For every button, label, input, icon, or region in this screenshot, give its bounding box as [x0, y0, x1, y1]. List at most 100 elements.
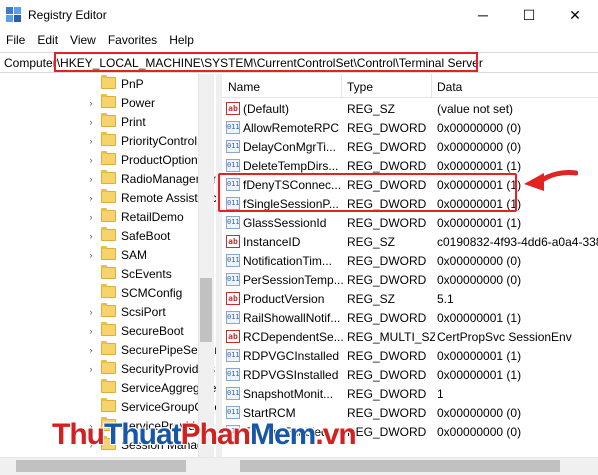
tree-item[interactable]: › ProductOptions — [0, 150, 216, 169]
value-data: 0x00000001 (1) — [437, 368, 522, 382]
value-row[interactable]: 011 SnapshotMonit... REG_DWORD 1 — [222, 384, 598, 403]
expand-arrow-icon[interactable]: › — [86, 150, 96, 169]
value-row[interactable]: 011 RDPVGSInstalled REG_DWORD 0x00000001 (1… — [222, 365, 598, 384]
tree-item[interactable]: ScEvents — [0, 264, 216, 283]
value-row[interactable]: 011 AllowRemoteRPC REG_DWORD 0x00000000 (0) — [222, 118, 598, 137]
value-row[interactable]: ab (Default) REG_SZ (value not set) — [222, 99, 598, 118]
expand-arrow-icon[interactable]: › — [86, 169, 96, 188]
expand-arrow-icon[interactable]: › — [86, 112, 96, 131]
value-type: REG_DWORD — [347, 368, 427, 382]
expand-arrow-icon[interactable]: › — [86, 340, 96, 359]
window-title: Registry Editor — [28, 8, 107, 22]
value-name: (Default) — [243, 102, 290, 116]
expand-arrow-icon[interactable]: › — [86, 226, 96, 245]
menu-view[interactable]: View — [64, 33, 102, 47]
expand-arrow-icon[interactable]: › — [86, 207, 96, 226]
folder-icon — [101, 113, 116, 127]
menu-help[interactable]: Help — [163, 33, 200, 47]
value-data: 0x00000000 (0) — [437, 406, 522, 420]
tree-item[interactable]: › RetailDemo — [0, 207, 216, 226]
value-row[interactable]: 011 GlassSessionId REG_DWORD 0x00000001 (1) — [222, 213, 598, 232]
value-type: REG_DWORD — [347, 387, 427, 401]
expand-arrow-icon[interactable]: › — [86, 131, 96, 150]
expand-arrow-icon[interactable]: › — [86, 188, 96, 207]
folder-icon — [101, 189, 116, 203]
column-divider[interactable] — [341, 74, 342, 98]
menu-favorites[interactable]: Favorites — [102, 33, 163, 47]
tree-item[interactable]: SCMConfig — [0, 283, 216, 302]
value-type: REG_DWORD — [347, 159, 427, 173]
string-value-icon: ab — [226, 330, 240, 343]
tree-vertical-scrollbar[interactable] — [198, 74, 214, 457]
dword-value-icon: 011 — [226, 140, 240, 153]
value-type: REG_DWORD — [347, 140, 427, 154]
value-row[interactable]: 011 NotificationTim... REG_DWORD 0x00000000… — [222, 251, 598, 270]
title-bar: Registry Editor ─ ☐ ✕ — [0, 0, 598, 30]
value-type: REG_DWORD — [347, 216, 427, 230]
column-divider[interactable] — [431, 74, 432, 98]
tree-item[interactable]: › PriorityControl — [0, 131, 216, 150]
column-header-data[interactable]: Data — [437, 80, 462, 94]
tree-item[interactable]: › Power — [0, 93, 216, 112]
value-row[interactable]: ab RCDependentSe... REG_MULTI_SZ CertPropSv… — [222, 327, 598, 346]
key-tree-pane[interactable]: PnP › Power › Print › PriorityControl › Prod… — [0, 74, 216, 457]
expand-arrow-icon[interactable]: › — [86, 359, 96, 378]
value-data: 1 — [437, 387, 444, 401]
value-name: PerSessionTemp... — [243, 273, 343, 287]
expand-arrow-icon[interactable]: › — [86, 321, 96, 340]
tree-item[interactable]: › Remote Assistance — [0, 188, 216, 207]
tree-item[interactable]: PnP — [0, 74, 216, 93]
address-highlight-box — [54, 52, 478, 72]
tree-item-label: RetailDemo — [121, 209, 184, 224]
value-row[interactable]: 011 RailShowallNotif... REG_DWORD 0x0000000… — [222, 308, 598, 327]
tree-item[interactable]: ServiceAggregatedEvents — [0, 378, 216, 397]
tree-item[interactable]: › SafeBoot — [0, 226, 216, 245]
folder-icon — [101, 246, 116, 260]
folder-icon — [101, 170, 116, 184]
value-name: GlassSessionId — [243, 216, 327, 230]
value-data: 0x00000001 (1) — [437, 311, 522, 325]
value-data: 0x00000001 (1) — [437, 349, 522, 363]
tree-item[interactable]: › SecurityProviders — [0, 359, 216, 378]
tree-item[interactable]: › Print — [0, 112, 216, 131]
list-horizontal-scroll-thumb[interactable] — [240, 460, 560, 472]
value-name: SnapshotMonit... — [243, 387, 334, 401]
tree-item[interactable]: › RadioManagement — [0, 169, 216, 188]
folder-icon — [101, 398, 116, 412]
tree-item-label: ScEvents — [121, 266, 172, 281]
menu-file[interactable]: File — [0, 33, 31, 47]
tree-item-label: PnP — [121, 76, 144, 91]
string-value-icon: ab — [226, 292, 240, 305]
folder-icon — [101, 322, 116, 336]
value-name: DelayConMgrTi... — [243, 140, 336, 154]
value-row[interactable]: ab InstanceID REG_SZ c0190832-4f93-4dd6-a0a… — [222, 232, 598, 251]
expand-arrow-icon[interactable]: › — [86, 93, 96, 112]
close-button[interactable]: ✕ — [552, 0, 598, 30]
tree-horizontal-scroll-thumb[interactable] — [16, 460, 186, 472]
value-row[interactable]: 011 PerSessionTemp... REG_DWORD 0x00000000 … — [222, 270, 598, 289]
value-row[interactable]: ab ProductVersion REG_SZ 5.1 — [222, 289, 598, 308]
tree-item[interactable]: › SecurePipeServers — [0, 340, 216, 359]
value-row[interactable]: 011 DelayConMgrTi... REG_DWORD 0x00000000 (… — [222, 137, 598, 156]
values-list[interactable]: Name Type Data ab (Default) REG_SZ (value n… — [222, 74, 598, 457]
value-row[interactable]: 011 RDPVGCInstalled REG_DWORD 0x00000001 (1… — [222, 346, 598, 365]
expand-arrow-icon[interactable]: › — [86, 245, 96, 264]
menu-edit[interactable]: Edit — [31, 33, 64, 47]
tree-item[interactable]: › SecureBoot — [0, 321, 216, 340]
column-header-type[interactable]: Type — [347, 80, 373, 94]
expand-arrow-icon[interactable]: › — [86, 302, 96, 321]
tree-item[interactable]: › SAM — [0, 245, 216, 264]
minimize-button[interactable]: ─ — [460, 0, 506, 30]
dword-value-icon: 011 — [226, 311, 240, 324]
value-data: 5.1 — [437, 292, 454, 306]
value-type: REG_DWORD — [347, 311, 427, 325]
column-header-name[interactable]: Name — [228, 80, 260, 94]
tree-item[interactable]: ServiceGroupOrder — [0, 397, 216, 416]
dword-value-icon: 011 — [226, 159, 240, 172]
menu-bar: File Edit View Favorites Help — [0, 30, 598, 50]
tree-scroll-thumb[interactable] — [200, 278, 212, 342]
maximize-button[interactable]: ☐ — [506, 0, 552, 30]
dword-value-icon: 011 — [226, 121, 240, 134]
tree-item[interactable]: › ScsiPort — [0, 302, 216, 321]
registry-editor-icon — [6, 7, 22, 23]
